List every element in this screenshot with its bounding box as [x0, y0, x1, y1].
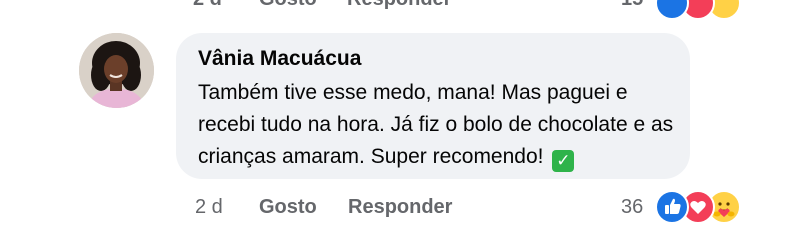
previous-comment-timestamp[interactable]: 2 d	[193, 0, 222, 14]
comment-thread: 2 d Gosto Responder 15 Vânia Macuácua Ta…	[0, 0, 810, 240]
previous-comment-reaction-count[interactable]: 15	[621, 0, 643, 14]
comment-text: Também tive esse medo, mana! Mas paguei …	[198, 77, 678, 173]
comment-timestamp[interactable]: 2 d	[195, 192, 223, 222]
check-mark-button-emoji: ✓	[552, 150, 575, 172]
comment-bubble: Vânia Macuácua Também tive esse medo, ma…	[176, 33, 690, 179]
like-button[interactable]: Gosto	[259, 192, 317, 222]
previous-comment-like-button[interactable]: Gosto	[259, 0, 317, 14]
reply-button[interactable]: Responder	[348, 192, 452, 222]
profile-photo	[79, 33, 154, 108]
avatar[interactable]	[79, 33, 154, 108]
like-reaction-icon	[655, 190, 689, 224]
previous-comment-reply-button[interactable]: Responder	[347, 0, 451, 14]
reaction-icons[interactable]	[655, 190, 747, 224]
reaction-count[interactable]: 36	[621, 192, 643, 222]
comment-body: Também tive esse medo, mana! Mas paguei …	[198, 81, 674, 168]
like-reaction-icon	[655, 0, 689, 20]
comment-author-name[interactable]: Vânia Macuácua	[198, 47, 361, 71]
